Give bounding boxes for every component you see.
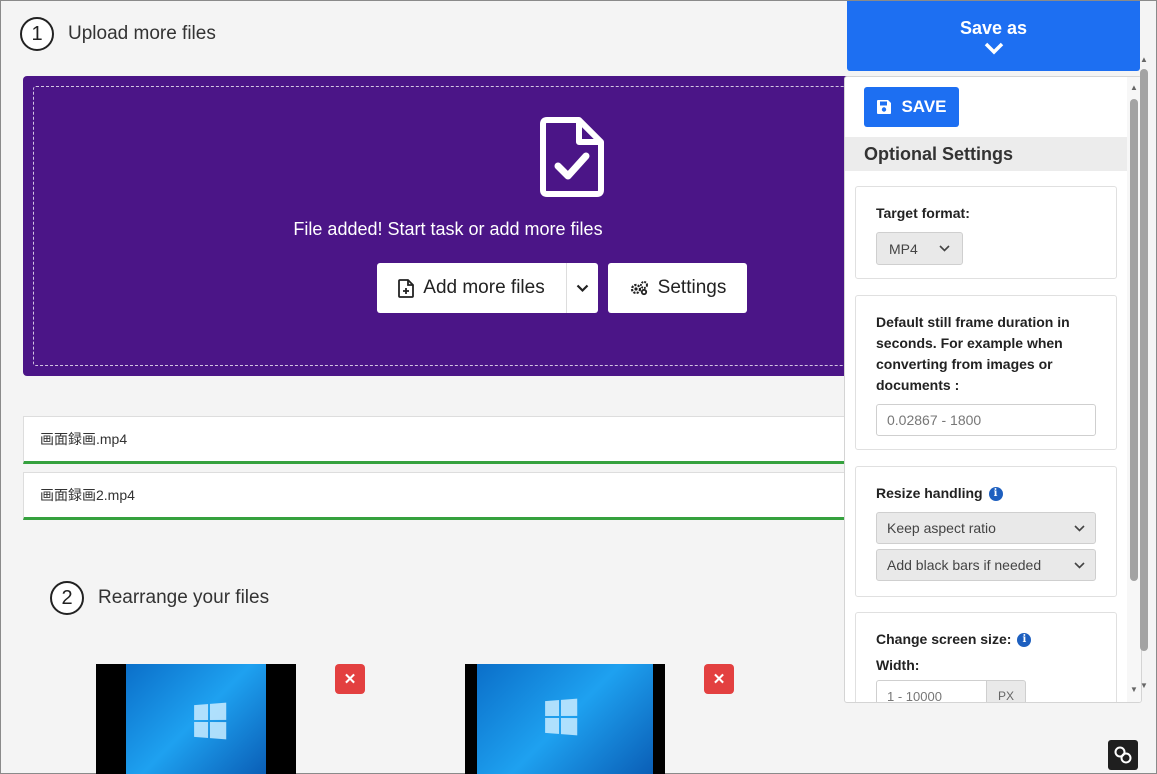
optional-settings-heading: Optional Settings bbox=[845, 137, 1128, 171]
page-scrollbar[interactable]: ▲ ▼ bbox=[1138, 1, 1150, 774]
remove-file-button[interactable]: ✕ bbox=[704, 664, 734, 694]
scroll-down-arrow-icon[interactable]: ▼ bbox=[1130, 685, 1138, 694]
step-number: 2 bbox=[50, 581, 84, 615]
chevron-down-icon bbox=[1074, 524, 1085, 532]
still-frame-duration-placeholder: 0.02867 - 1800 bbox=[887, 412, 982, 428]
windows-logo-icon bbox=[545, 698, 578, 736]
page-scrollbar-thumb[interactable] bbox=[1140, 69, 1148, 651]
upload-dropzone[interactable]: File added! Start task or add more files… bbox=[23, 76, 873, 376]
info-icon[interactable]: i bbox=[988, 486, 1003, 501]
save-as-button[interactable]: Save as bbox=[847, 1, 1140, 71]
windows-logo-icon bbox=[194, 702, 227, 740]
width-placeholder: 1 - 10000 bbox=[887, 688, 942, 703]
file-name: 画面録画.mp4 bbox=[40, 431, 128, 447]
add-more-files-split-button: Add more files bbox=[377, 263, 598, 313]
step-number: 1 bbox=[20, 17, 54, 51]
save-as-label: Save as bbox=[959, 17, 1028, 38]
file-name: 画面録画2.mp4 bbox=[40, 487, 135, 503]
target-format-label: Target format: bbox=[876, 205, 970, 221]
chevron-down-icon bbox=[1074, 561, 1085, 569]
target-format-value: MP4 bbox=[889, 240, 918, 257]
add-more-files-label: Add more files bbox=[423, 277, 545, 298]
step-title: Upload more files bbox=[68, 23, 216, 44]
link-widget-button[interactable] bbox=[1108, 740, 1138, 770]
still-frame-duration-input[interactable]: 0.02867 - 1800 bbox=[876, 404, 1096, 436]
width-input[interactable]: 1 - 10000 bbox=[876, 680, 987, 703]
still-frame-duration-card: Default still frame duration in seconds.… bbox=[855, 295, 1117, 450]
width-input-group: 1 - 10000 PX bbox=[876, 680, 1026, 703]
step-title: Rearrange your files bbox=[98, 587, 270, 608]
screen-size-card: Change screen size: i Width: 1 - 10000 P… bbox=[855, 612, 1117, 703]
close-icon: ✕ bbox=[343, 671, 357, 688]
still-frame-duration-label: Default still frame duration in seconds.… bbox=[876, 314, 1070, 393]
resize-handling-card: Resize handling i Keep aspect ratio Add … bbox=[855, 466, 1117, 597]
chevron-down-icon bbox=[939, 245, 950, 252]
dropzone-message: File added! Start task or add more files bbox=[293, 219, 603, 239]
file-thumbnail[interactable] bbox=[465, 664, 665, 774]
width-label: Width: bbox=[876, 657, 920, 673]
file-thumbnail[interactable] bbox=[96, 664, 296, 774]
scroll-up-arrow-icon[interactable]: ▲ bbox=[1140, 55, 1148, 64]
add-more-files-dropdown[interactable] bbox=[567, 263, 598, 313]
remove-file-button[interactable]: ✕ bbox=[335, 664, 365, 694]
step-2-header: 2 Rearrange your files bbox=[50, 581, 269, 615]
step-1-header: 1 Upload more files bbox=[20, 17, 216, 51]
black-bars-select[interactable]: Add black bars if needed bbox=[876, 549, 1096, 581]
resize-handling-label: Resize handling bbox=[876, 485, 983, 501]
floppy-disk-icon bbox=[876, 99, 892, 115]
save-options-panel: SAVE Optional Settings Target format: MP… bbox=[844, 76, 1142, 703]
settings-button[interactable]: Settings bbox=[608, 263, 747, 313]
chevron-down-icon bbox=[576, 284, 589, 292]
target-format-select[interactable]: MP4 bbox=[876, 232, 963, 265]
save-button[interactable]: SAVE bbox=[864, 87, 959, 127]
aspect-ratio-select[interactable]: Keep aspect ratio bbox=[876, 512, 1096, 544]
aspect-ratio-value: Keep aspect ratio bbox=[887, 520, 996, 536]
chevron-down-icon bbox=[984, 42, 1003, 54]
file-row: 画面録画.mp4 bbox=[23, 416, 845, 464]
panel-scrollbar-thumb[interactable] bbox=[1130, 99, 1138, 581]
link-icon bbox=[1114, 746, 1132, 764]
file-row: 画面録画2.mp4 bbox=[23, 472, 845, 520]
close-icon: ✕ bbox=[712, 671, 726, 688]
file-plus-icon bbox=[398, 278, 415, 298]
screen-size-label: Change screen size: bbox=[876, 631, 1012, 647]
save-label: SAVE bbox=[901, 97, 947, 116]
black-bars-value: Add black bars if needed bbox=[887, 557, 1042, 573]
add-more-files-button[interactable]: Add more files bbox=[377, 263, 567, 313]
scroll-down-arrow-icon[interactable]: ▼ bbox=[1140, 681, 1148, 690]
gears-icon bbox=[629, 280, 649, 296]
target-format-card: Target format: MP4 bbox=[855, 186, 1117, 279]
width-unit: PX bbox=[987, 680, 1026, 702]
scroll-up-arrow-icon[interactable]: ▲ bbox=[1130, 83, 1138, 92]
settings-label: Settings bbox=[657, 277, 727, 298]
info-icon[interactable]: i bbox=[1017, 632, 1032, 647]
file-check-icon bbox=[540, 117, 604, 197]
